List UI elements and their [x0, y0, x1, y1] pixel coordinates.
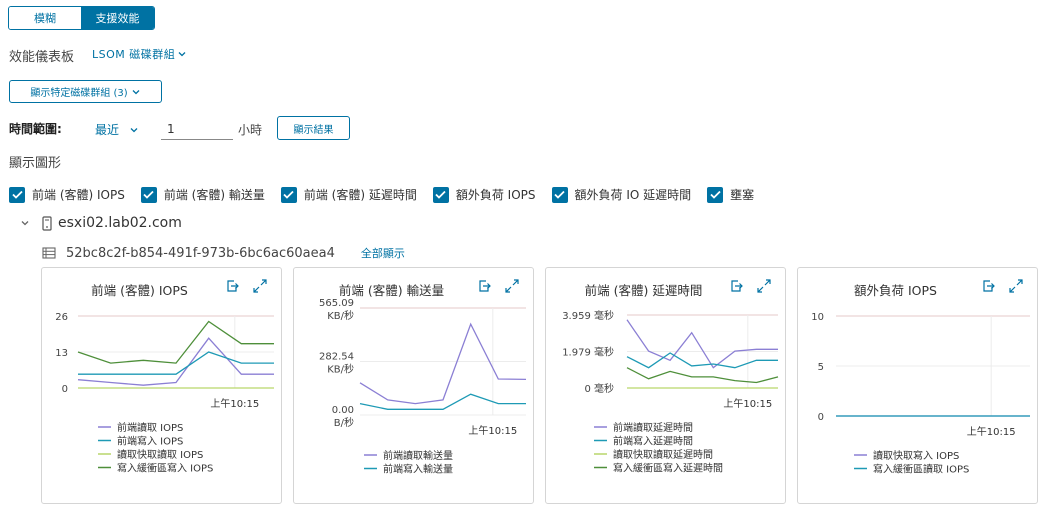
series-line-3 — [77, 320, 274, 364]
checkmark-icon — [432, 186, 449, 203]
x-tick-label: 上午10:15 — [210, 397, 259, 410]
time-range-unit: 小時 — [238, 123, 263, 137]
y-tick-label: 1.979 毫秒 — [562, 346, 614, 359]
y-tick-label: 0 — [818, 412, 824, 423]
y-tick-label: 0.00 — [332, 405, 354, 416]
y-tick-label: 13 — [55, 348, 68, 359]
legend-label: 前端寫入 IOPS — [117, 435, 183, 448]
disk-group-id: 52bc8c2f-b854-491f-973b-6bc6ac60aea4 — [66, 245, 335, 261]
legend-label: 讀取快取讀取延遲時間 — [613, 448, 713, 461]
y-tick-label: 26 — [55, 312, 68, 323]
chart-card-frontend-throughput: 前端 (客體) 輸送量 565.09 KB/秒 282.54 KB/秒 0.00 B/秒上… — [293, 267, 534, 504]
chart-overhead-iops: 10 5 0 上午10:15 讀取快取寫入 IOPS寫入緩衝區讀取 IOPS — [811, 312, 1030, 476]
dashboard-label: 效能儀表板 — [9, 50, 75, 65]
y-tick-label: 0 毫秒 — [584, 382, 614, 395]
time-range-mode-value: 最近 — [95, 123, 120, 137]
x-tick-label: 上午10:15 — [468, 424, 517, 437]
chart-card-frontend-iops: 前端 (客體) IOPS 26 13 0 上午10:15 前端讀取 IOPS 前端寫入 I… — [41, 267, 282, 504]
legend-label: 前端讀取輸送量 — [383, 449, 453, 462]
series-line-0 — [359, 322, 527, 405]
x-tick-label: 上午10:15 — [723, 397, 772, 410]
series-line-3 — [626, 367, 779, 384]
y-tick-label: 10 — [811, 312, 824, 323]
legend-label: 前端讀取延遲時間 — [613, 421, 693, 434]
y-tick-label: 282.54 — [319, 352, 354, 363]
dashboard-select-value: LSOM 磁碟群組 — [92, 48, 176, 61]
legend-label: 前端寫入輸送量 — [383, 463, 453, 476]
checkmark-icon — [140, 186, 157, 203]
chart-frontend-latency: 3.959 毫秒 1.979 毫秒 0 毫秒上午10:15 前端讀取延遲時間前端寫入延… — [562, 309, 779, 475]
checkbox-congestion[interactable]: 壅塞 — [707, 186, 754, 203]
chevron-down-icon[interactable] — [20, 218, 34, 228]
show-disk-groups-button[interactable]: 顯示特定磁碟群組 (3) — [9, 80, 162, 103]
dashboard-select[interactable]: LSOM 磁碟群組 — [92, 46, 187, 62]
x-tick-label: 上午10:15 — [967, 425, 1016, 438]
graphs-label: 顯示圖形 — [9, 156, 62, 171]
checkbox-frontend-iops[interactable]: 前端 (客體) IOPS — [9, 186, 125, 203]
show-all-link[interactable]: 全部顯示 — [361, 245, 405, 261]
checkbox-frontend-latency[interactable]: 前端 (客體) 延遲時間 — [280, 186, 417, 203]
series-line-1 — [359, 393, 526, 410]
chart-frontend-iops: 26 13 0 上午10:15 前端讀取 IOPS前端寫入 IOPS讀取快取讀取 IOP… — [55, 312, 274, 475]
chart-card-frontend-latency: 前端 (客體) 延遲時間 3.959 毫秒 1.979 毫秒 0 毫秒 上午10:15… — [545, 267, 786, 504]
legend-label: 寫入緩衝區寫入 IOPS — [117, 462, 213, 475]
time-range-label: 時間範圍: — [9, 122, 62, 136]
checkmark-icon — [551, 186, 568, 203]
time-range-value-input[interactable] — [161, 118, 233, 140]
series-line-1 — [626, 352, 778, 369]
legend-label: 寫入緩衝區讀取 IOPS — [873, 463, 969, 476]
view-toggle[interactable]: 模糊 支援效能 — [8, 6, 155, 30]
checkmark-icon — [9, 186, 25, 203]
checkmark-icon — [280, 186, 297, 203]
checkbox-overhead-iops[interactable]: 額外負荷 IOPS — [432, 186, 536, 203]
legend-label: 前端寫入延遲時間 — [613, 435, 693, 448]
disk-group-row: 52bc8c2f-b854-491f-973b-6bc6ac60aea4 全部顯… — [42, 245, 405, 261]
y-tick-label: 565.09 — [319, 298, 354, 309]
chevron-down-icon — [178, 52, 186, 57]
host-icon — [42, 215, 52, 231]
tab-fuzzy[interactable]: 模糊 — [9, 7, 81, 29]
time-range-mode-select[interactable]: 最近 — [95, 121, 139, 138]
y-tick-label: 5 — [818, 362, 824, 373]
y-tick-unit: KB/秒 — [327, 363, 354, 376]
checkmark-icon — [707, 186, 724, 203]
tab-support-performance[interactable]: 支援效能 — [81, 7, 154, 29]
y-tick-label: 0 — [62, 384, 68, 395]
show-disk-groups-label: 顯示特定磁碟群組 (3) — [30, 88, 128, 99]
chart-card-overhead-iops: 額外負荷 IOPS 10 5 0 上午10:15 讀取快取寫入 IOPS 寫入緩衝區讀取 … — [797, 267, 1038, 504]
disk-group-icon — [42, 247, 56, 259]
host-name: esxi02.lab02.com — [58, 215, 182, 231]
graph-checkboxes: 前端 (客體) IOPS 前端 (客體) 輸送量 前端 (客體) 延遲時間 額外… — [9, 186, 770, 203]
host-row[interactable]: esxi02.lab02.com — [20, 215, 182, 231]
show-results-button[interactable]: 顯示結果 — [277, 116, 350, 140]
checkbox-overhead-io-latency[interactable]: 額外負荷 IO 延遲時間 — [551, 186, 691, 203]
y-tick-unit: B/秒 — [334, 416, 354, 429]
legend-label: 讀取快取寫入 IOPS — [873, 449, 959, 462]
legend-label: 寫入緩衝區寫入延遲時間 — [613, 462, 723, 475]
legend-label: 讀取快取讀取 IOPS — [117, 448, 203, 461]
legend-label: 前端讀取 IOPS — [117, 421, 183, 434]
chevron-down-icon — [130, 127, 138, 132]
chart-frontend-throughput: 565.09KB/秒282.54KB/秒0.00B/秒上午10:15前端讀取輸送… — [319, 298, 527, 476]
checkbox-frontend-throughput[interactable]: 前端 (客體) 輸送量 — [140, 186, 265, 203]
y-tick-label: 3.959 毫秒 — [562, 309, 614, 322]
chevron-down-icon — [132, 89, 140, 94]
y-tick-unit: KB/秒 — [327, 309, 354, 322]
